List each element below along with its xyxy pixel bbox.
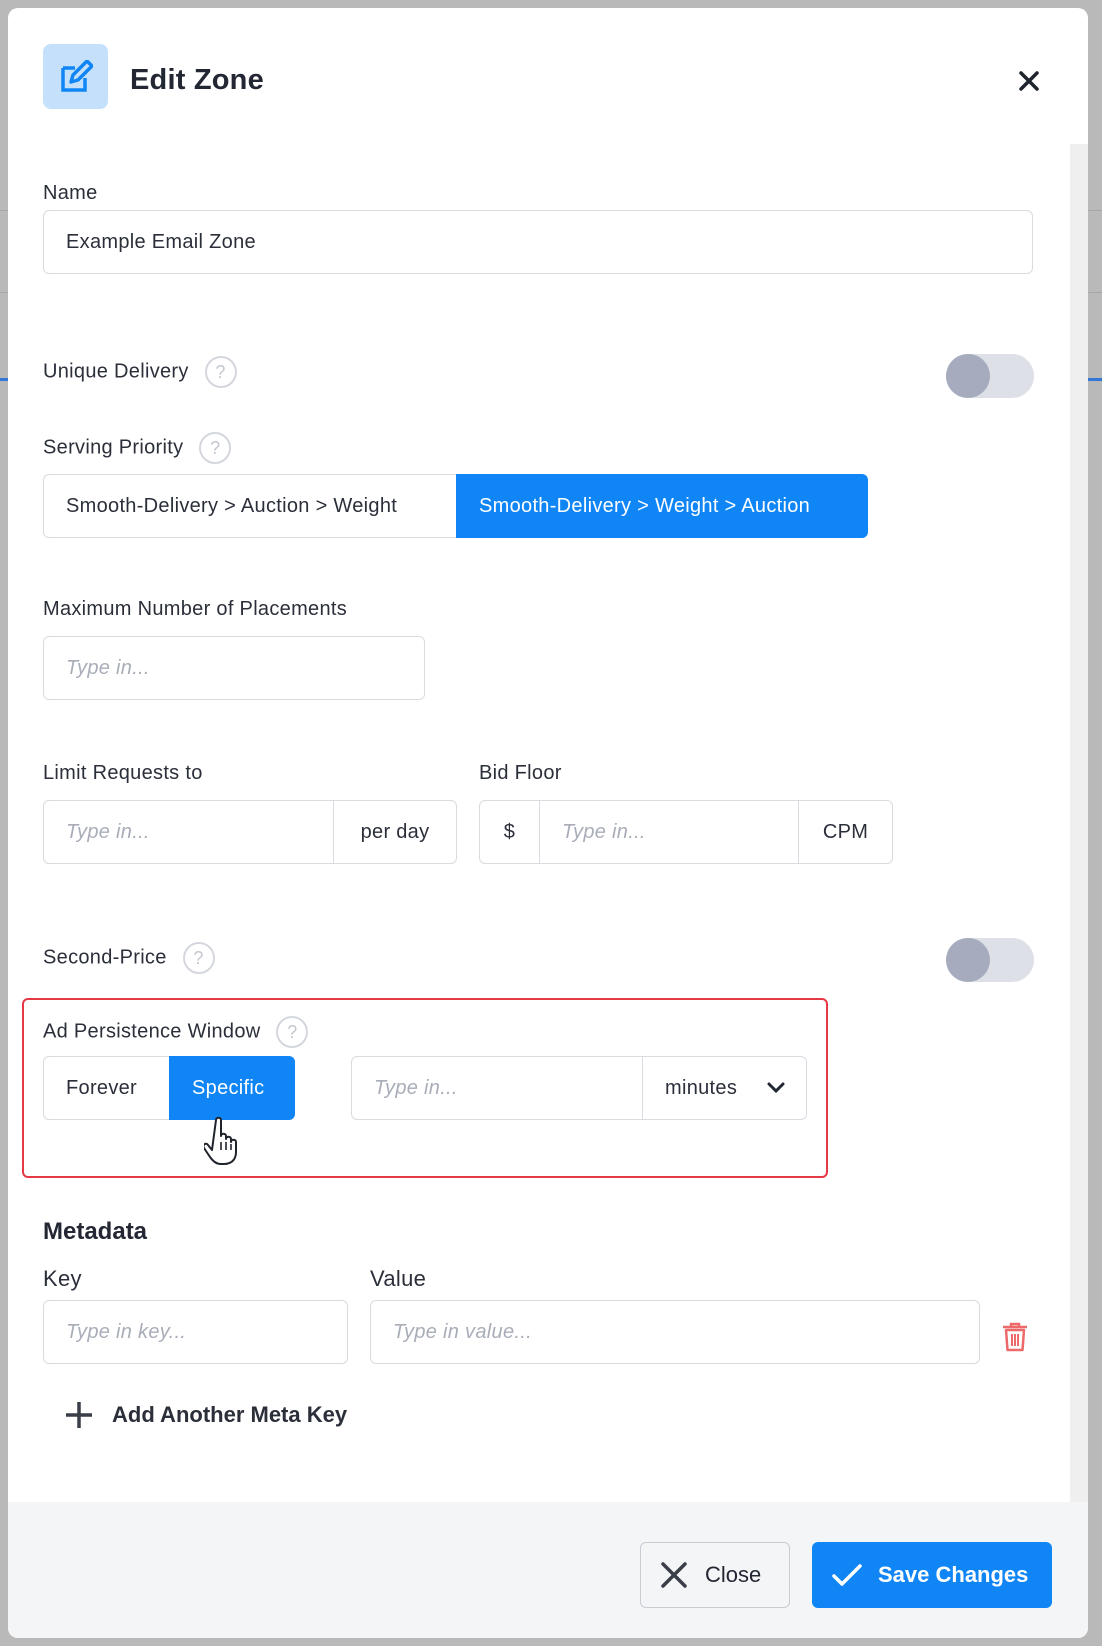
second-price-toggle[interactable]: [946, 938, 1034, 982]
limit-requests-placeholder: Type in...: [66, 820, 150, 843]
serving-priority-label: Serving Priority ?: [43, 432, 232, 464]
edit-zone-dialog: Edit Zone Name Example Email Zone Unique…: [8, 8, 1088, 1638]
edit-icon: [43, 44, 108, 109]
limit-requests-suffix: per day: [360, 820, 430, 843]
close-icon[interactable]: [1014, 66, 1044, 96]
serving-priority-option-weight-auction[interactable]: Smooth-Delivery > Weight > Auction: [456, 474, 868, 538]
second-price-text: Second-Price: [43, 946, 167, 969]
unique-delivery-toggle[interactable]: [946, 354, 1034, 398]
limit-requests-label: Limit Requests to: [43, 762, 203, 784]
metadata-key-placeholder: Type in key...: [66, 1320, 187, 1343]
dialog-title: Edit Zone: [130, 64, 264, 96]
name-input[interactable]: Example Email Zone: [43, 210, 1033, 274]
bid-floor-prefix: $: [480, 801, 540, 863]
metadata-title: Metadata: [43, 1218, 148, 1245]
unique-delivery-label: Unique Delivery ?: [43, 356, 237, 388]
name-label: Name: [43, 182, 98, 204]
trash-icon[interactable]: [1002, 1322, 1028, 1357]
metadata-value-placeholder: Type in value...: [393, 1320, 532, 1343]
metadata-key-input[interactable]: Type in key...: [43, 1300, 348, 1364]
add-meta-key-button[interactable]: Add Another Meta Key: [64, 1400, 347, 1430]
scrollbar[interactable]: [1070, 144, 1088, 1502]
serving-priority-selector: Smooth-Delivery > Auction > Weight Smoot…: [43, 474, 868, 538]
metadata-value-input[interactable]: Type in value...: [370, 1300, 980, 1364]
toggle-knob: [946, 354, 990, 398]
save-changes-button[interactable]: Save Changes: [812, 1542, 1052, 1608]
limit-requests-field: Type in... per day: [43, 800, 457, 864]
close-icon: [661, 1562, 687, 1588]
max-placements-label: Maximum Number of Placements: [43, 598, 348, 620]
help-icon[interactable]: ?: [204, 356, 237, 388]
serving-priority-text: Serving Priority: [43, 436, 184, 459]
unique-delivery-text: Unique Delivery: [43, 360, 189, 383]
max-placements-placeholder: Type in...: [66, 656, 150, 679]
bid-floor-label: Bid Floor: [479, 762, 562, 784]
metadata-value-label: Value: [370, 1266, 427, 1291]
limit-requests-input[interactable]: Type in...: [44, 801, 334, 863]
bid-floor-placeholder: Type in...: [562, 820, 646, 843]
bid-floor-field: $ Type in... CPM: [479, 800, 893, 864]
help-icon[interactable]: ?: [182, 942, 215, 974]
close-button[interactable]: Close: [640, 1542, 790, 1608]
save-button-label: Save Changes: [878, 1562, 1029, 1587]
metadata-key-label: Key: [43, 1266, 82, 1291]
bid-floor-suffix: CPM: [822, 820, 869, 843]
add-meta-key-label: Add Another Meta Key: [112, 1402, 348, 1427]
close-button-label: Close: [705, 1562, 762, 1587]
name-value: Example Email Zone: [66, 230, 256, 253]
bid-floor-input[interactable]: Type in...: [540, 801, 799, 863]
check-icon: [832, 1564, 862, 1586]
max-placements-input[interactable]: Type in...: [43, 636, 425, 700]
serving-priority-option-auction-weight[interactable]: Smooth-Delivery > Auction > Weight: [43, 474, 456, 538]
help-icon[interactable]: ?: [199, 432, 232, 464]
highlight-box: [22, 998, 828, 1178]
plus-icon: [66, 1402, 92, 1428]
hand-cursor-icon: [202, 1116, 244, 1171]
toggle-knob: [946, 938, 990, 982]
second-price-label: Second-Price ?: [43, 942, 215, 974]
